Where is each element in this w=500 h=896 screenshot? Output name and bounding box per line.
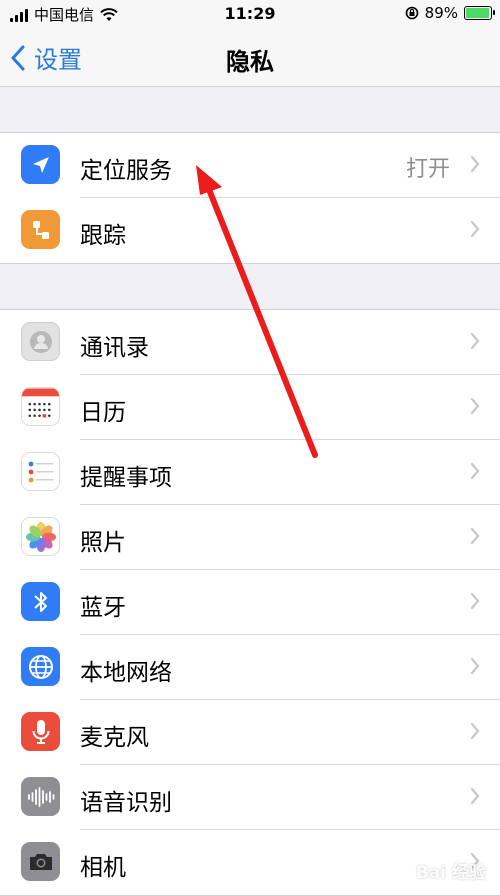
battery-percent: 89% xyxy=(424,4,458,22)
chevron-right-icon xyxy=(470,592,480,610)
watermark: Bai 经验 xyxy=(415,863,486,883)
row-label: 日历 xyxy=(80,400,126,426)
row-microphone[interactable]: 麦克风 xyxy=(0,700,500,765)
bluetooth-icon xyxy=(21,582,60,621)
reminders-icon xyxy=(21,452,60,491)
row-label: 相机 xyxy=(80,855,126,881)
row-label: 通讯录 xyxy=(80,335,149,361)
status-right: 89% xyxy=(405,4,495,22)
row-label: 本地网络 xyxy=(80,660,172,686)
chevron-right-icon xyxy=(470,527,480,545)
row-label: 照片 xyxy=(80,530,126,556)
chevron-right-icon xyxy=(470,397,480,415)
globe-icon xyxy=(21,647,60,686)
row-bluetooth[interactable]: 蓝牙 xyxy=(0,570,500,635)
row-local-network[interactable]: 本地网络 xyxy=(0,635,500,700)
battery-icon xyxy=(464,6,495,20)
row-value: 打开 xyxy=(405,157,450,182)
chevron-right-icon xyxy=(470,220,480,238)
row-reminders[interactable]: 提醒事项 xyxy=(0,440,500,505)
tracking-icon xyxy=(21,210,60,249)
chevron-right-icon xyxy=(470,155,480,173)
camera-icon xyxy=(21,842,60,881)
chevron-right-icon xyxy=(470,787,480,805)
row-speech-recognition[interactable]: 语音识别 xyxy=(0,765,500,830)
chevron-right-icon xyxy=(470,657,480,675)
calendar-icon xyxy=(21,387,60,426)
row-location-services[interactable]: 定位服务 打开 xyxy=(0,133,500,198)
orientation-lock-icon xyxy=(405,6,418,20)
microphone-icon xyxy=(21,712,60,751)
row-label: 提醒事项 xyxy=(80,465,172,491)
row-calendar[interactable]: 日历 xyxy=(0,375,500,440)
row-label: 麦克风 xyxy=(80,725,149,751)
row-label: 跟踪 xyxy=(80,223,126,249)
photos-icon xyxy=(21,517,60,556)
row-tracking[interactable]: 跟踪 xyxy=(0,198,500,263)
row-label: 定位服务 xyxy=(80,158,172,184)
row-photos[interactable]: 照片 xyxy=(0,505,500,570)
waveform-icon xyxy=(21,777,60,816)
status-bar: 中国电信 11:29 89% xyxy=(0,0,500,30)
chevron-right-icon xyxy=(470,722,480,740)
navigation-bar: 设置 隐私 xyxy=(0,30,500,87)
row-label: 语音识别 xyxy=(80,790,172,816)
contacts-icon xyxy=(21,322,60,361)
chevron-right-icon xyxy=(470,332,480,350)
settings-group-2: 通讯录 日历 提醒事项 照片 蓝牙 本地网络 麦克风 语音识别 相机 xyxy=(0,309,500,896)
row-contacts[interactable]: 通讯录 xyxy=(0,310,500,375)
page-title: 隐私 xyxy=(226,48,274,76)
settings-group-1: 定位服务 打开 跟踪 xyxy=(0,132,500,264)
row-label: 蓝牙 xyxy=(80,595,126,621)
location-arrow-icon xyxy=(21,145,60,184)
chevron-right-icon xyxy=(470,462,480,480)
